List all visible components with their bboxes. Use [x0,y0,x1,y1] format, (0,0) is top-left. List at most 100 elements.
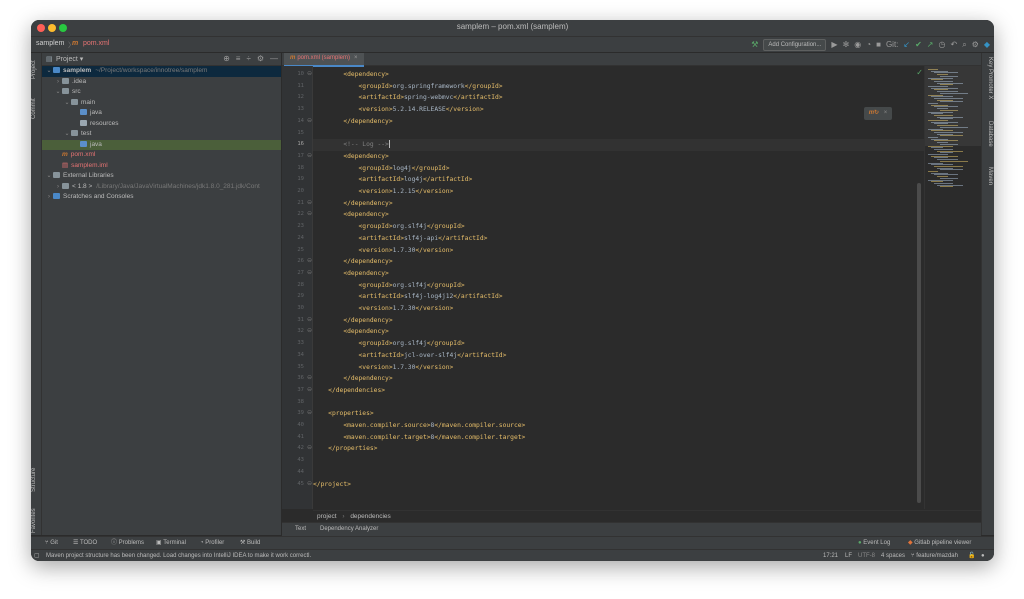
inspection-ok-icon[interactable]: ✓ [916,68,923,77]
fold-marker-icon[interactable]: ⊖ [307,479,312,491]
hide-panel-icon[interactable]: — [270,54,278,63]
tree-item[interactable]: ⌄ main [42,98,281,109]
git-commit-icon[interactable]: ✔ [915,40,922,50]
code-editor[interactable]: <dependency> <groupId>org.springframewor… [313,66,925,509]
minimap-viewport[interactable] [925,66,981,146]
panel-options-gear-icon[interactable]: ⚙ [257,54,264,63]
code-line[interactable]: <artifactId>spring-webmvc</artifactId> [313,92,925,104]
breadcrumb-project[interactable]: project [317,513,337,520]
code-line[interactable] [313,455,925,467]
code-line[interactable]: <groupId>log4j</groupId> [313,163,925,175]
locate-file-icon[interactable]: ⊕ [223,54,230,63]
project-view-selector[interactable]: Project ▾ [56,55,83,63]
git-update-icon[interactable]: ↙ [903,40,910,50]
toolwin-gitlab[interactable]: ◆ Gitlab pipeline viewer [908,537,971,549]
code-line[interactable]: </properties> [313,443,925,455]
code-minimap[interactable] [924,66,981,509]
fold-marker-icon[interactable]: ⊖ [307,408,312,420]
code-line[interactable]: </dependency> [313,315,925,327]
code-line[interactable]: <version>1.7.30</version> [313,362,925,374]
indent-setting[interactable]: 4 spaces [881,550,905,561]
profile-icon[interactable]: ◔ [866,40,871,50]
tree-item[interactable]: › < 1.8 >/Library/Java/JavaVirtualMachine… [42,182,281,193]
tool-tab-database[interactable]: Database [983,121,993,159]
fold-marker-icon[interactable]: ⊖ [307,256,312,268]
tree-item[interactable]: ⌄ External Libraries [42,171,281,182]
code-line[interactable]: <artifactId>slf4j-api</artifactId> [313,233,925,245]
code-line[interactable]: <groupId>org.slf4j</groupId> [313,280,925,292]
expand-arrow-icon[interactable]: › [54,77,62,88]
maven-reload-popup[interactable]: m↻ × [864,107,892,120]
git-history-icon[interactable]: ◷ [939,40,946,50]
code-line[interactable]: <dependency> [313,268,925,280]
coverage-icon[interactable]: ◉ [854,40,861,50]
toolwin-profiler[interactable]: ◔ Profiler [200,537,224,549]
status-message[interactable]: Maven project structure has been changed… [46,550,311,561]
fold-marker-icon[interactable]: ⊖ [307,373,312,385]
file-encoding[interactable]: UTF-8 [858,550,875,561]
code-line[interactable]: </dependency> [313,116,925,128]
code-line[interactable]: <version>1.7.30</version> [313,303,925,315]
code-line[interactable]: <version>5.2.14.RELEASE</version> [313,104,925,116]
tree-item[interactable]: › Scratches and Consoles [42,192,281,203]
code-line[interactable]: <artifactId>log4j</artifactId> [313,174,925,186]
code-line[interactable]: <properties> [313,408,925,420]
expand-all-icon[interactable]: ≡ [236,54,241,63]
fold-marker-icon[interactable]: ⊖ [307,209,312,221]
code-line[interactable]: <!-- Log --> [313,139,925,151]
tree-item[interactable]: m pom.xml [42,150,281,161]
toolwin-todo[interactable]: ☰ TODO [73,537,97,549]
code-line[interactable]: <version>1.2.15</version> [313,186,925,198]
toolwin-event-log[interactable]: ● Event Log [858,537,890,549]
expand-arrow-icon[interactable]: ⌄ [63,129,71,140]
expand-arrow-icon[interactable]: › [45,192,53,203]
tab-pom-xml[interactable]: m pom.xml (samplem) × [284,53,364,67]
code-line[interactable] [313,128,925,140]
code-line[interactable] [313,397,925,409]
code-line[interactable]: <artifactId>slf4j-log4j12</artifactId> [313,291,925,303]
tree-item[interactable]: java [42,108,281,119]
code-line[interactable]: <maven.compiler.target>8</maven.compiler… [313,432,925,444]
toolwin-git[interactable]: ⑂ Git [45,537,58,549]
tool-tab-commit[interactable]: Commit [31,93,41,125]
fold-marker-icon[interactable]: ⊖ [307,268,312,280]
code-line[interactable]: <artifactId>jcl-over-slf4j</artifactId> [313,350,925,362]
fold-marker-icon[interactable]: ⊖ [307,69,312,81]
tree-item[interactable]: ⌄ src [42,87,281,98]
toolwin-terminal[interactable]: ▣ Terminal [156,537,186,549]
toolbox-icon[interactable]: ◆ [984,40,990,50]
code-line[interactable]: <version>1.7.30</version> [313,245,925,257]
code-line[interactable]: <groupId>org.springframework</groupId> [313,81,925,93]
expand-arrow-icon[interactable]: ⌄ [45,66,53,77]
close-tab-icon[interactable]: × [354,55,358,61]
tool-tab-key-promoter[interactable]: Key Promoter X [983,57,993,113]
debug-icon[interactable]: ✻ [843,40,850,50]
nav-file[interactable]: pom.xml [83,40,109,47]
code-line[interactable]: <dependency> [313,209,925,221]
code-line[interactable]: <groupId>org.slf4j</groupId> [313,221,925,233]
tree-item[interactable]: ⌄ test [42,129,281,140]
toolwin-build[interactable]: ⚒ Build [240,537,260,549]
rollback-icon[interactable]: ↶ [950,40,957,50]
tree-item[interactable]: java [42,139,281,150]
close-popup-icon[interactable]: × [884,110,888,116]
code-line[interactable] [313,467,925,479]
git-branch-status[interactable]: ⑂ feature/mazdah [911,550,958,561]
code-line[interactable]: </dependency> [313,373,925,385]
notifications-icon[interactable]: ● [981,550,985,561]
breadcrumb-dependencies[interactable]: dependencies [350,513,390,520]
code-line[interactable]: </dependency> [313,256,925,268]
editor-scrollbar[interactable] [917,183,921,503]
caret-position[interactable]: 17:21 [823,550,838,561]
tab-dependency-analyzer[interactable]: Dependency Analyzer [315,523,383,536]
expand-arrow-icon[interactable]: ⌄ [54,87,62,98]
fold-marker-icon[interactable]: ⊖ [307,116,312,128]
tree-item[interactable]: ▤ samplem.iml [42,161,281,172]
toolwin-problems[interactable]: ⓘ Problems [111,537,144,549]
code-line[interactable]: </dependencies> [313,385,925,397]
maven-reload-icon[interactable]: m↻ [869,110,879,116]
settings-gear-icon[interactable]: ⚙ [972,40,979,50]
fold-marker-icon[interactable]: ⊖ [307,443,312,455]
code-line[interactable]: </dependency> [313,198,925,210]
line-separator[interactable]: LF [845,550,852,561]
